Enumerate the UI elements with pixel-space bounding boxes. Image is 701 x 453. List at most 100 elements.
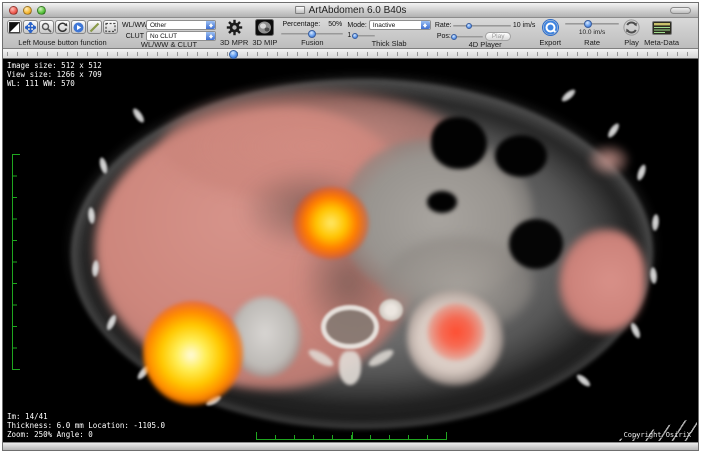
wlww-field-label: WL/WW bbox=[122, 21, 144, 30]
scroll-slider-thumb[interactable] bbox=[229, 50, 238, 59]
play-circle-icon bbox=[73, 22, 84, 33]
mouse-group-caption: Left Mouse button function bbox=[18, 39, 106, 47]
player4d-rate-thumb[interactable] bbox=[466, 23, 472, 29]
window-controls bbox=[9, 6, 46, 15]
overlay-top-left: Image size: 512 x 512View size: 1266 x 7… bbox=[7, 61, 102, 88]
scan-vertebral-body bbox=[321, 305, 379, 349]
fusion-group: Percentage: 50% Fusion bbox=[281, 19, 343, 48]
rotate-icon bbox=[57, 22, 68, 33]
minimize-window-button[interactable] bbox=[23, 6, 32, 15]
fusion-slider[interactable] bbox=[281, 33, 343, 35]
rate-value: 10.0 im/s bbox=[579, 29, 605, 36]
scan-aorta bbox=[379, 299, 403, 321]
main-toolbar: Left Mouse button function WL/WW Other C… bbox=[3, 18, 698, 49]
zoom-window-button[interactable] bbox=[37, 6, 46, 15]
export-button[interactable] bbox=[542, 19, 559, 36]
toolbar-toggle-button[interactable] bbox=[670, 7, 691, 14]
pet-hotspot-central bbox=[293, 187, 369, 259]
rate-slider-thumb[interactable] bbox=[584, 20, 592, 28]
mouse-function-group: Left Mouse button function bbox=[7, 19, 118, 48]
scan-rib bbox=[560, 87, 578, 103]
meta-data-button[interactable] bbox=[652, 19, 672, 36]
fusion-group-caption: Fusion bbox=[301, 39, 324, 47]
loop-arrows-icon bbox=[623, 19, 640, 36]
wlww-dropdown-value: Other bbox=[150, 21, 166, 30]
thick-slab-slider-thumb[interactable] bbox=[352, 33, 358, 39]
player4d-rate-slider[interactable] bbox=[453, 25, 511, 27]
mpr-group-caption: 3D MPR bbox=[220, 39, 248, 47]
dropdown-arrows-icon bbox=[206, 32, 215, 40]
osirix-viewer-window: ArtAbdomen 6.0 B40s bbox=[2, 2, 699, 451]
pan-tool-button[interactable] bbox=[23, 20, 38, 34]
window-title-area: ArtAbdomen 6.0 B40s bbox=[295, 5, 407, 16]
image-index-text: Im: 14/41 bbox=[7, 412, 48, 421]
image-size-text: Image size: 512 x 512 bbox=[7, 61, 102, 70]
fusion-percentage-label: Percentage: bbox=[282, 20, 320, 29]
fusion-slider-thumb[interactable] bbox=[308, 30, 316, 38]
rotate-tool-button[interactable] bbox=[55, 20, 70, 34]
zoom-tool-button[interactable] bbox=[39, 20, 54, 34]
meta-data-card-icon bbox=[652, 21, 672, 35]
mpr-3d-button[interactable] bbox=[226, 19, 243, 36]
mip-group: 3D MIP bbox=[252, 19, 277, 48]
player4d-rate-label: Rate: bbox=[435, 21, 451, 30]
scan-stomach-wall bbox=[589, 145, 629, 175]
export-group-caption: Export bbox=[539, 39, 561, 47]
document-proxy-icon bbox=[295, 6, 305, 14]
view-size-text: View size: 1266 x 709 bbox=[7, 70, 102, 79]
thick-slab-group: Mode: Inactive 1 Thick Slab bbox=[347, 19, 430, 48]
mouse-function-buttons bbox=[7, 20, 118, 34]
mip-3d-button[interactable] bbox=[255, 19, 274, 36]
player4d-group-caption: 4D Player bbox=[469, 41, 502, 49]
wlww-clut-group: WL/WW Other CLUT No CLUT WL/WW & CLUT bbox=[122, 19, 216, 48]
wlww-group-caption: WL/WW & CLUT bbox=[141, 41, 197, 49]
roi-select-button[interactable] bbox=[103, 20, 118, 34]
petct-image-viewport[interactable]: Image size: 512 x 512View size: 1266 x 7… bbox=[3, 59, 698, 442]
player4d-pos-slider[interactable] bbox=[453, 36, 483, 38]
clut-dropdown-value: No CLUT bbox=[150, 32, 177, 41]
contrast-icon bbox=[9, 22, 20, 33]
thick-slab-count: 1 bbox=[347, 31, 351, 40]
fusion-percentage-value: 50% bbox=[328, 20, 342, 29]
screenshot-frame: ArtAbdomen 6.0 B40s bbox=[0, 0, 701, 453]
clut-dropdown[interactable]: No CLUT bbox=[146, 31, 216, 41]
scan-rib bbox=[635, 163, 647, 181]
rate-group: 10.0 im/s Rate bbox=[565, 19, 619, 48]
browse-stack-button[interactable] bbox=[71, 20, 86, 34]
thick-slab-mode-dropdown[interactable]: Inactive bbox=[369, 20, 431, 30]
scan-gas-pocket-3 bbox=[509, 219, 563, 269]
horizontal-scale-ruler bbox=[256, 433, 447, 440]
rate-slider[interactable] bbox=[565, 23, 619, 25]
player4d-pos-thumb[interactable] bbox=[451, 34, 457, 40]
wlww-dropdown[interactable]: Other bbox=[146, 20, 216, 30]
scan-spinous-process bbox=[339, 351, 361, 385]
thick-slab-slider[interactable] bbox=[353, 35, 375, 37]
mip-thumbnail-icon bbox=[255, 19, 274, 36]
contrast-tool-button[interactable] bbox=[7, 20, 22, 34]
mip-group-caption: 3D MIP bbox=[252, 39, 277, 47]
scan-rib bbox=[606, 122, 621, 140]
pet-hotspot-liver bbox=[143, 301, 243, 405]
scan-gas-pocket-1 bbox=[431, 117, 487, 169]
scan-gas-pocket-2 bbox=[495, 135, 547, 177]
window-bottom-edge bbox=[3, 442, 698, 450]
thick-slab-group-caption: Thick Slab bbox=[372, 40, 407, 48]
zoom-angle-text: Zoom: 250% Angle: 0 bbox=[7, 430, 93, 439]
close-window-button[interactable] bbox=[9, 6, 18, 15]
play-loop-button[interactable] bbox=[623, 19, 640, 36]
measure-tool-button[interactable] bbox=[87, 20, 102, 34]
length-pencil-icon bbox=[89, 22, 100, 33]
export-group: Export bbox=[539, 19, 561, 48]
title-bar: ArtAbdomen 6.0 B40s bbox=[3, 3, 698, 18]
overlay-bottom-left: Im: 14/41Thickness: 6.0 mm Location: -11… bbox=[7, 412, 165, 439]
play-group: Play bbox=[623, 19, 640, 48]
player4d-pos-label: Pos: bbox=[435, 32, 451, 41]
export-quicktime-icon bbox=[542, 19, 559, 36]
vertical-scale-ruler bbox=[12, 154, 18, 370]
scan-gas-pocket-4 bbox=[427, 191, 457, 213]
image-scroll-slider[interactable] bbox=[3, 49, 698, 59]
player4d-rate-value: 10 im/s bbox=[513, 21, 536, 30]
gear-icon bbox=[226, 19, 243, 36]
move-arrows-icon bbox=[25, 22, 36, 33]
mpr-group: 3D MPR bbox=[220, 19, 248, 48]
